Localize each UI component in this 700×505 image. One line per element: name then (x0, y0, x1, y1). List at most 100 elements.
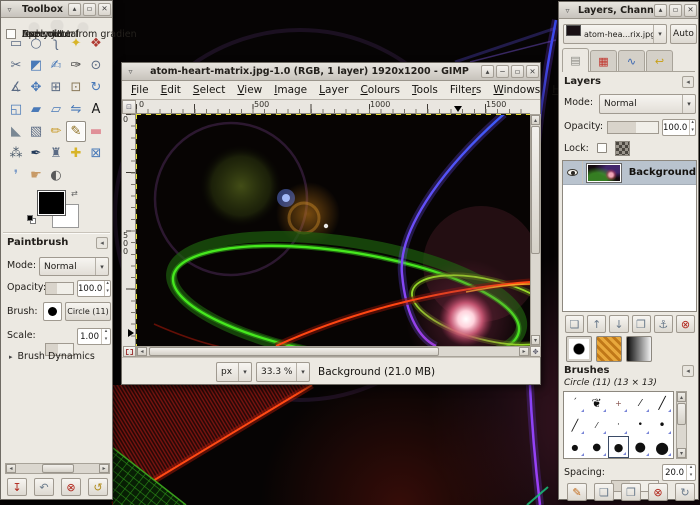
spin-arrows-icon[interactable]: ▴▾ (101, 329, 110, 344)
menu-item[interactable]: File (125, 82, 155, 98)
tab-paths[interactable]: ∿ (618, 50, 645, 71)
window-menu-icon[interactable]: ▿ (3, 3, 16, 16)
close-button[interactable]: ✕ (526, 65, 539, 78)
spin-arrows-icon[interactable]: ▴▾ (104, 281, 110, 296)
clone[interactable]: ♜ (46, 143, 66, 164)
paths[interactable]: ✍ (46, 55, 66, 76)
scroll-right-icon[interactable]: ▸ (519, 347, 529, 356)
perspective-clone[interactable]: ⊠ (86, 143, 106, 164)
flip[interactable]: ⇋ (66, 99, 86, 120)
brush-cell[interactable]: ● (564, 436, 586, 458)
layer-opacity-slider[interactable] (607, 121, 659, 134)
brush-cell[interactable]: ✽ (608, 458, 630, 459)
dock-titlebar[interactable]: ▿ Layers, Channels ▴ ▫ ✕ (559, 2, 698, 19)
brush-cell[interactable]: ● (651, 436, 673, 458)
menu-item[interactable]: Windows (487, 82, 546, 98)
zoom-select[interactable]: 33.3 % ▾ (256, 362, 310, 382)
menu-item[interactable]: Select (187, 82, 231, 98)
scissors-select[interactable]: ✂ (6, 55, 26, 76)
active-pattern-swatch[interactable] (596, 336, 622, 362)
checkbox-icon[interactable] (6, 29, 16, 39)
shade-button[interactable]: ▴ (654, 4, 667, 17)
refresh-brushes-button[interactable]: ↻ (675, 483, 695, 501)
quickmask-toggle[interactable] (123, 346, 136, 357)
canvas-vscrollbar[interactable]: ▴ ▾ (530, 114, 541, 346)
duplicate-brush-button[interactable]: ❐ (621, 483, 641, 501)
unit-select[interactable]: px ▾ (216, 362, 252, 382)
ink[interactable]: ✒ (26, 143, 46, 164)
opacity-slider[interactable] (45, 282, 74, 295)
edit-brush-button[interactable]: ✎ (567, 483, 587, 501)
new-brush-button[interactable]: ❏ (594, 483, 614, 501)
crop[interactable]: ⊡ (66, 77, 86, 98)
scrollbar-thumb[interactable] (677, 403, 686, 425)
scroll-left-icon[interactable]: ◂ (6, 464, 16, 473)
brush-cell[interactable]: ● (586, 458, 608, 459)
eraser[interactable]: ▬ (86, 121, 106, 142)
shade-button[interactable]: ▴ (481, 65, 494, 78)
align[interactable]: ⊞ (46, 77, 66, 98)
foreground-select[interactable]: ◩ (26, 55, 46, 76)
active-gradient-swatch[interactable] (626, 336, 652, 362)
brush-cell[interactable]: · (608, 414, 630, 436)
color-picker[interactable]: ✑ (66, 55, 86, 76)
delete-brush-button[interactable]: ⊗ (648, 483, 668, 501)
close-button[interactable]: ✕ (684, 4, 697, 17)
scrollbar-thumb[interactable] (149, 347, 439, 356)
scroll-right-icon[interactable]: ▸ (99, 464, 109, 473)
brush-cell[interactable]: ˊ (564, 392, 586, 414)
spin-arrows-icon[interactable]: ▴▾ (686, 465, 695, 480)
scale[interactable]: ◱ (6, 99, 26, 120)
text[interactable]: A (86, 99, 106, 120)
tool-options-menu-button[interactable]: ◂ (96, 237, 108, 249)
brush-cell[interactable]: ● (586, 436, 608, 458)
paint-mode-select[interactable]: Normal ▾ (39, 257, 109, 276)
scrollbar-thumb[interactable] (531, 126, 540, 254)
window-menu-icon[interactable]: ▿ (124, 65, 137, 78)
menu-item[interactable]: View (231, 82, 268, 98)
menu-item[interactable]: Filters (444, 82, 488, 98)
save-options-button[interactable]: ↧ (7, 478, 27, 496)
layer-opacity-spinner[interactable]: 100.0 ▴▾ (662, 119, 696, 136)
restore-options-button[interactable]: ↶ (34, 478, 54, 496)
maximize-button[interactable]: ▫ (669, 4, 682, 17)
duplicate-layer-button[interactable]: ❐ (632, 315, 651, 333)
smudge[interactable]: ☛ (26, 165, 46, 186)
maximize-button[interactable]: ▫ (83, 3, 96, 16)
scrollbar-thumb[interactable] (42, 464, 74, 473)
brush-cell[interactable]: ● (608, 436, 630, 458)
brush-cell[interactable]: ╱ (651, 392, 673, 414)
airbrush[interactable]: ⁂ (6, 143, 26, 164)
close-button[interactable]: ✕ (98, 3, 111, 16)
menu-item[interactable]: Image (268, 82, 313, 98)
scroll-up-icon[interactable]: ▴ (677, 392, 686, 402)
tool-option-checkbox[interactable]: Use colour from gradien (6, 27, 137, 41)
toolbox-titlebar[interactable]: ▿ Toolbox ▴ ▫ ✕ (1, 1, 112, 18)
tool-options-hscrollbar[interactable]: ◂ ▸ (5, 463, 110, 474)
swap-colors-icon[interactable]: ⇄ (71, 189, 78, 198)
layer-row-background[interactable]: Background (563, 161, 696, 185)
brush-cell[interactable]: ❦ (586, 392, 608, 414)
layers-menu-button[interactable]: ◂ (682, 76, 694, 88)
scroll-left-icon[interactable]: ◂ (137, 347, 147, 356)
tab-channels[interactable]: ▦ (590, 50, 617, 71)
image-select[interactable]: atom-hea...rix.jpg-1 ▾ (563, 24, 667, 44)
menu-item[interactable]: Colours (354, 82, 406, 98)
window-menu-icon[interactable]: ▿ (561, 4, 574, 17)
minimize-button[interactable]: ─ (496, 65, 509, 78)
image-window-titlebar[interactable]: ▿ atom-heart-matrix.jpg-1.0 (RGB, 1 laye… (122, 63, 540, 81)
brush-cell[interactable]: + (608, 392, 630, 414)
brush-cell[interactable]: ● (564, 458, 586, 459)
active-brush-swatch[interactable] (566, 336, 592, 362)
spacing-spinner[interactable]: 20.0 ▴▾ (662, 464, 696, 481)
zoom[interactable]: ⊙ (86, 55, 106, 76)
brush-cell[interactable]: ❋ (651, 458, 673, 459)
opacity-spinner[interactable]: 100.0 ▴▾ (77, 280, 111, 297)
brush-cell[interactable]: • (651, 414, 673, 436)
scroll-down-icon[interactable]: ▾ (531, 335, 540, 345)
lock-pattern-icon[interactable] (615, 141, 630, 156)
shear[interactable]: ▰ (26, 99, 46, 120)
brush-cell[interactable]: ⁄ (586, 414, 608, 436)
brush-select-button[interactable]: Circle (11) (65, 302, 111, 321)
maximize-button[interactable]: ▫ (511, 65, 524, 78)
